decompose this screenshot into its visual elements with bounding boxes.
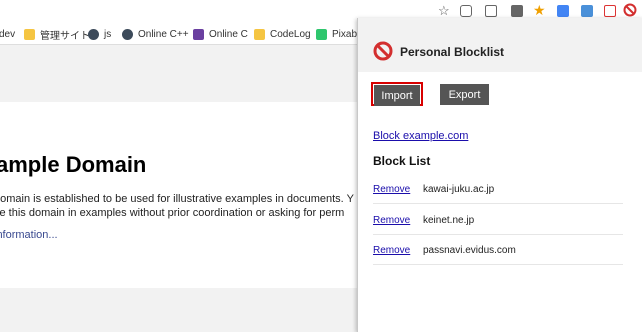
page-paragraph-line1: domain is established to be used for ill… xyxy=(0,193,354,205)
more-information-link[interactable]: information... xyxy=(0,229,58,241)
list-item: Remove passnavi.evidus.com xyxy=(373,240,623,265)
lightning-icon xyxy=(193,28,204,40)
blocked-domain: passnavi.evidus.com xyxy=(423,245,516,256)
blocked-domain: keinet.ne.jp xyxy=(423,215,475,226)
bookmark-js[interactable]: js xyxy=(88,27,111,41)
blocklist-extension-icon[interactable] xyxy=(623,3,637,17)
google-extension-icon[interactable] xyxy=(557,5,569,17)
bookmark-online-c[interactable]: Online C xyxy=(193,27,248,41)
star-icon[interactable]: ☆ xyxy=(438,3,450,19)
pocket-extension-icon[interactable] xyxy=(460,5,472,17)
block-site-link[interactable]: Block example.com xyxy=(373,130,468,142)
block-list-title: Block List xyxy=(373,154,431,168)
blocked-domain: kawai-juku.ac.jp xyxy=(423,184,495,195)
export-button[interactable]: Export xyxy=(440,84,489,105)
b-extension-icon[interactable] xyxy=(581,5,593,17)
remove-link[interactable]: Remove xyxy=(373,184,410,195)
ext-extension-icon[interactable] xyxy=(511,5,523,17)
site-icon xyxy=(122,28,133,40)
popup-title: Personal Blocklist xyxy=(400,45,505,59)
calendar-extension-icon[interactable] xyxy=(604,5,616,17)
page-heading: ample Domain xyxy=(0,152,147,177)
remove-link[interactable]: Remove xyxy=(373,245,410,256)
block-icon xyxy=(373,41,393,61)
popup-header: Personal Blocklist xyxy=(358,18,642,72)
bookmark-online-cpp[interactable]: Online C++ xyxy=(122,27,189,41)
list-item: Remove kawai-juku.ac.jp xyxy=(373,179,623,204)
site-icon xyxy=(88,28,99,40)
page-paragraph-line2: se this domain in examples without prior… xyxy=(0,207,345,219)
shield-extension-icon[interactable] xyxy=(485,5,497,17)
px-icon xyxy=(316,28,327,40)
bookmark-codelog[interactable]: CodeLog xyxy=(254,27,311,41)
remove-link[interactable]: Remove xyxy=(373,215,410,226)
folder-icon xyxy=(24,28,35,40)
star-extension-icon[interactable]: ★ xyxy=(533,2,546,19)
personal-blocklist-popup: Personal Blocklist Import Export Block e… xyxy=(357,18,642,332)
bookmark-folder[interactable]: 管理サイト xyxy=(24,27,90,42)
bookmark-dev[interactable]: dev xyxy=(0,27,15,41)
folder-icon xyxy=(254,28,265,40)
bookmark-pixabay[interactable]: Pixaba xyxy=(316,27,363,41)
import-button[interactable]: Import xyxy=(374,85,420,106)
list-item: Remove keinet.ne.jp xyxy=(373,210,623,235)
